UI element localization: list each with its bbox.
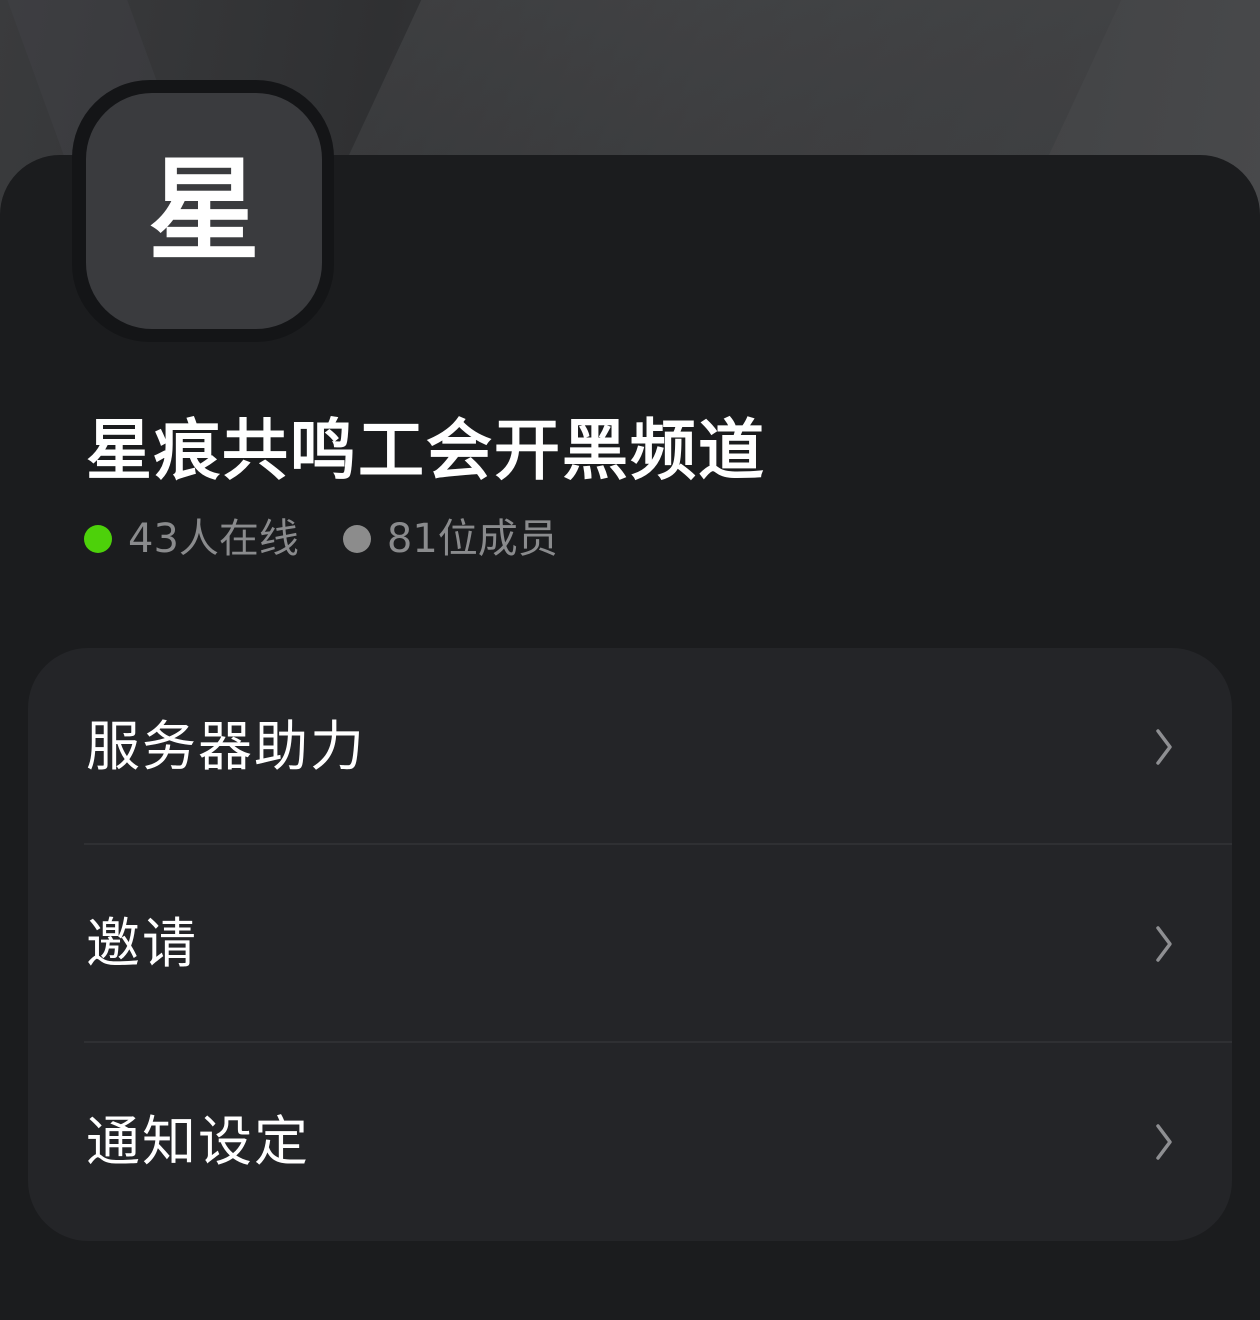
menu-item-label: 服务器助力	[86, 714, 366, 778]
menu-item-server-boost[interactable]: 服务器助力	[28, 648, 1232, 845]
avatar-char: 星	[148, 146, 260, 276]
member-count-text: 81位成员	[386, 516, 558, 562]
member-dot-icon	[342, 525, 371, 553]
online-dot-icon	[84, 525, 112, 553]
server-name: 星痕共鸣工会开黑频道	[86, 412, 766, 489]
chevron-right-icon	[1152, 727, 1176, 767]
menu-item-invite[interactable]: 邀请	[28, 845, 1232, 1043]
chevron-right-icon	[1152, 1122, 1176, 1162]
chevron-right-icon	[1152, 924, 1176, 964]
menu-item-label: 通知设定	[86, 1110, 310, 1173]
server-avatar[interactable]: 星	[86, 93, 322, 329]
online-count: 43人在线	[84, 512, 299, 566]
settings-menu: 服务器助力 邀请 通知设定	[28, 648, 1232, 1241]
server-stats: 43人在线 81位成员	[84, 512, 558, 566]
server-profile-page: 星 星痕共鸣工会开黑频道 43人在线 81位成员 服务器助力 邀请 通知设定	[0, 0, 1260, 1320]
member-count: 81位成员	[342, 512, 558, 566]
online-count-text: 43人在线	[128, 516, 299, 562]
menu-item-notification-settings[interactable]: 通知设定	[28, 1043, 1232, 1241]
menu-item-label: 邀请	[86, 912, 198, 975]
